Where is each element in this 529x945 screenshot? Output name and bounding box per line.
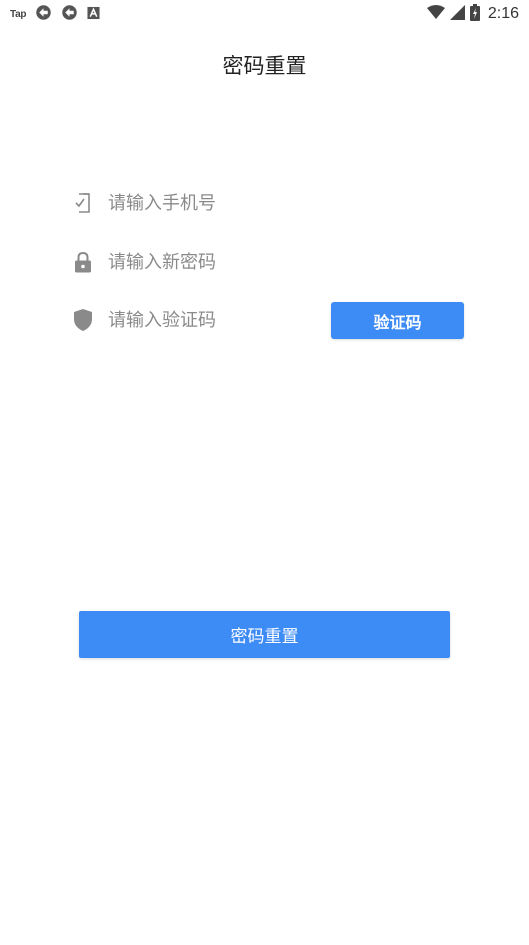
- status-time: 2:16: [487, 5, 519, 22]
- reset-password-button[interactable]: 密码重置: [79, 611, 450, 658]
- tap-label: Tap: [10, 8, 27, 20]
- page-title: 密码重置: [222, 54, 307, 78]
- sync-icon: [61, 4, 78, 25]
- signal-icon: [449, 4, 465, 24]
- font-a-icon: [87, 5, 100, 24]
- phone-icon: [72, 191, 94, 215]
- status-left: Tap: [10, 4, 100, 25]
- code-row: 验证码: [72, 300, 464, 340]
- get-code-button[interactable]: 验证码: [331, 302, 464, 339]
- verification-code-input[interactable]: [108, 309, 308, 331]
- password-row: [72, 242, 464, 282]
- lock-icon: [72, 250, 94, 274]
- shield-icon: [72, 308, 94, 332]
- phone-row: [72, 183, 464, 223]
- status-right: 2:16: [426, 3, 519, 25]
- new-password-input[interactable]: [108, 251, 308, 273]
- wifi-icon: [426, 4, 445, 24]
- phone-input[interactable]: [108, 192, 308, 214]
- status-bar: Tap 2:16: [0, 0, 529, 28]
- sync-icon: [35, 4, 52, 25]
- battery-charging-icon: [469, 3, 480, 25]
